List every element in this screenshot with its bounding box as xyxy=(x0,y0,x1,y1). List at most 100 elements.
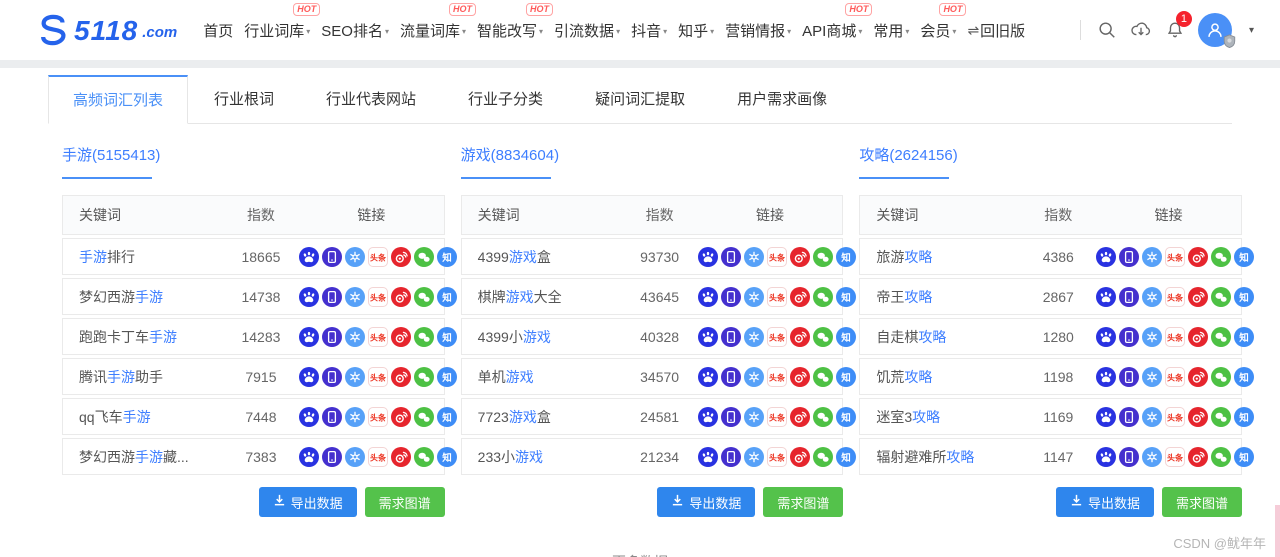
baidu-pc-icon[interactable] xyxy=(697,406,718,427)
wechat-icon[interactable] xyxy=(1211,326,1232,347)
weibo-icon[interactable] xyxy=(391,406,411,427)
so-360-icon[interactable] xyxy=(345,246,365,267)
so-360-icon[interactable] xyxy=(1142,326,1163,347)
nav-item-5[interactable]: 智能改写 ▾ HOT xyxy=(477,2,554,43)
toutiao-icon[interactable]: 头条 xyxy=(766,286,787,307)
export-data-button[interactable]: 导出数据 xyxy=(1055,487,1154,517)
zhihu-icon[interactable]: 知 xyxy=(437,366,457,387)
toutiao-icon[interactable]: 头条 xyxy=(1165,286,1186,307)
so-360-icon[interactable] xyxy=(743,366,764,387)
weibo-icon[interactable] xyxy=(789,246,810,267)
keyword-link[interactable]: 手游 xyxy=(135,449,163,465)
baidu-pc-icon[interactable] xyxy=(697,326,718,347)
nav-item-4[interactable]: 流量词库 ▾ HOT xyxy=(400,2,477,43)
so-360-icon[interactable] xyxy=(1142,366,1163,387)
weibo-icon[interactable] xyxy=(1188,446,1209,467)
tab-1[interactable]: 高频词汇列表 xyxy=(48,75,189,124)
zhihu-icon[interactable]: 知 xyxy=(1234,326,1255,347)
baidu-mobile-icon[interactable] xyxy=(322,286,342,307)
toutiao-icon[interactable]: 头条 xyxy=(1165,326,1186,347)
wechat-icon[interactable] xyxy=(414,326,434,347)
wechat-icon[interactable] xyxy=(414,246,434,267)
weibo-icon[interactable] xyxy=(1188,246,1209,267)
zhihu-icon[interactable]: 知 xyxy=(437,286,457,307)
so-360-icon[interactable] xyxy=(345,446,365,467)
baidu-mobile-icon[interactable] xyxy=(322,246,342,267)
keyword-link[interactable]: 攻略 xyxy=(904,249,932,265)
zhihu-icon[interactable]: 知 xyxy=(1234,366,1255,387)
old-version-link[interactable]: ⇌ 回旧版 xyxy=(967,20,1025,41)
so-360-icon[interactable] xyxy=(743,406,764,427)
wechat-icon[interactable] xyxy=(1211,366,1232,387)
keyword-link[interactable]: 手游 xyxy=(135,289,163,305)
weibo-icon[interactable] xyxy=(391,246,411,267)
nav-item-6[interactable]: 引流数据 ▾ xyxy=(554,18,620,43)
keyword-link[interactable]: 手游 xyxy=(107,369,135,385)
baidu-mobile-icon[interactable] xyxy=(1119,326,1140,347)
zhihu-icon[interactable]: 知 xyxy=(1234,286,1255,307)
wechat-icon[interactable] xyxy=(812,286,833,307)
baidu-pc-icon[interactable] xyxy=(697,286,718,307)
baidu-pc-icon[interactable] xyxy=(299,406,319,427)
column-title[interactable]: 手游(5155413) xyxy=(62,144,445,165)
so-360-icon[interactable] xyxy=(345,366,365,387)
tab-6[interactable]: 用户需求画像 xyxy=(711,75,853,123)
wechat-icon[interactable] xyxy=(1211,286,1232,307)
column-title[interactable]: 攻略(2624156) xyxy=(859,144,1242,165)
baidu-pc-icon[interactable] xyxy=(697,246,718,267)
wechat-icon[interactable] xyxy=(1211,446,1232,467)
keyword-link[interactable]: 手游 xyxy=(79,249,107,265)
wechat-icon[interactable] xyxy=(414,366,434,387)
bell-icon[interactable]: 1 xyxy=(1165,11,1192,40)
so-360-icon[interactable] xyxy=(1142,446,1163,467)
cloud-download-icon[interactable] xyxy=(1130,19,1152,41)
wechat-icon[interactable] xyxy=(1211,406,1232,427)
weibo-icon[interactable] xyxy=(391,326,411,347)
toutiao-icon[interactable]: 头条 xyxy=(368,446,388,467)
so-360-icon[interactable] xyxy=(743,246,764,267)
zhihu-icon[interactable]: 知 xyxy=(437,446,457,467)
tab-3[interactable]: 行业代表网站 xyxy=(300,75,442,123)
baidu-pc-icon[interactable] xyxy=(697,446,718,467)
baidu-pc-icon[interactable] xyxy=(299,366,319,387)
toutiao-icon[interactable]: 头条 xyxy=(766,406,787,427)
zhihu-icon[interactable]: 知 xyxy=(835,326,856,347)
weibo-icon[interactable] xyxy=(1188,326,1209,347)
nav-item-3[interactable]: SEO排名 ▾ xyxy=(321,18,389,43)
so-360-icon[interactable] xyxy=(1142,406,1163,427)
baidu-mobile-icon[interactable] xyxy=(1119,406,1140,427)
weibo-icon[interactable] xyxy=(789,286,810,307)
toutiao-icon[interactable]: 头条 xyxy=(766,366,787,387)
so-360-icon[interactable] xyxy=(1142,246,1163,267)
demand-map-button[interactable]: 需求图谱 xyxy=(763,487,844,517)
weibo-icon[interactable] xyxy=(1188,366,1209,387)
wechat-icon[interactable] xyxy=(812,406,833,427)
zhihu-icon[interactable]: 知 xyxy=(437,406,457,427)
weibo-icon[interactable] xyxy=(391,446,411,467)
zhihu-icon[interactable]: 知 xyxy=(1234,446,1255,467)
toutiao-icon[interactable]: 头条 xyxy=(1165,406,1186,427)
so-360-icon[interactable] xyxy=(345,326,365,347)
toutiao-icon[interactable]: 头条 xyxy=(368,246,388,267)
weibo-icon[interactable] xyxy=(1188,406,1209,427)
nav-item-12[interactable]: 会员 ▾ HOT xyxy=(920,2,967,43)
baidu-mobile-icon[interactable] xyxy=(1119,366,1140,387)
demand-map-button[interactable]: 需求图谱 xyxy=(364,487,445,517)
nav-item-1[interactable]: 首页 xyxy=(203,18,233,43)
keyword-link[interactable]: 游戏 xyxy=(509,409,537,425)
weibo-icon[interactable] xyxy=(789,366,810,387)
baidu-pc-icon[interactable] xyxy=(1096,286,1117,307)
baidu-mobile-icon[interactable] xyxy=(1119,286,1140,307)
baidu-mobile-icon[interactable] xyxy=(720,286,741,307)
weibo-icon[interactable] xyxy=(789,326,810,347)
wechat-icon[interactable] xyxy=(414,286,434,307)
baidu-mobile-icon[interactable] xyxy=(322,366,342,387)
wechat-icon[interactable] xyxy=(1211,246,1232,267)
keyword-link[interactable]: 手游 xyxy=(123,409,151,425)
baidu-mobile-icon[interactable] xyxy=(1119,446,1140,467)
baidu-pc-icon[interactable] xyxy=(1096,246,1117,267)
baidu-pc-icon[interactable] xyxy=(299,326,319,347)
baidu-pc-icon[interactable] xyxy=(1096,406,1117,427)
toutiao-icon[interactable]: 头条 xyxy=(1165,446,1186,467)
baidu-mobile-icon[interactable] xyxy=(720,406,741,427)
